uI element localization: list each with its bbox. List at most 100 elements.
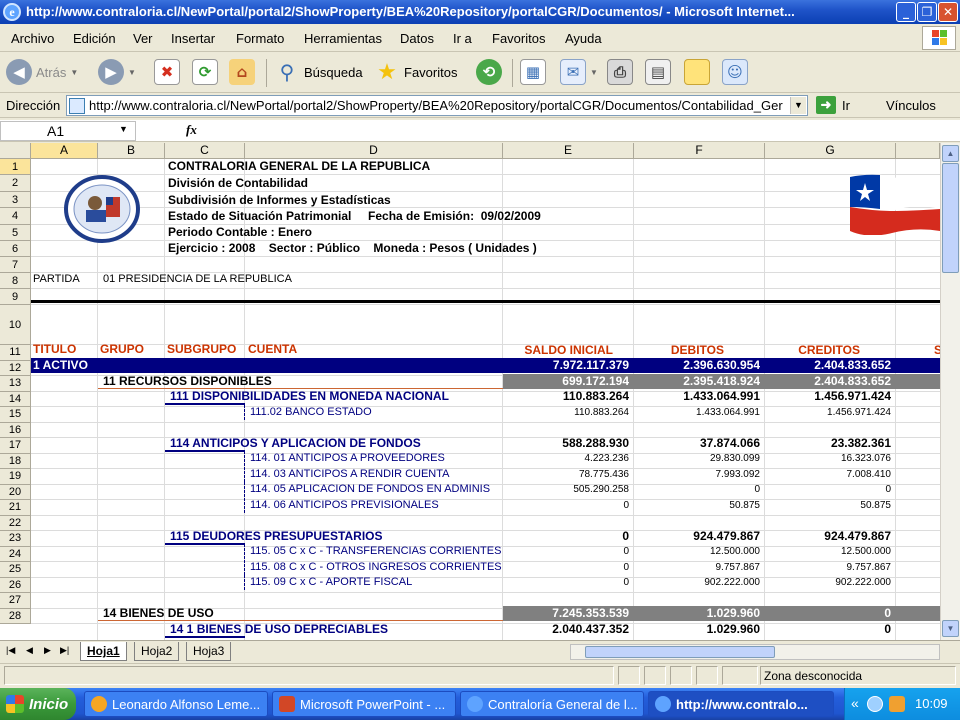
debitos-cell[interactable]: 37.874.066 bbox=[634, 436, 760, 451]
prev-sheet-icon[interactable]: ◀ bbox=[26, 645, 33, 656]
favorites-button[interactable]: ★ Favoritos bbox=[374, 57, 457, 87]
network-icon[interactable] bbox=[867, 696, 883, 712]
debitos-cell[interactable]: 50.875 bbox=[634, 498, 760, 513]
row-header[interactable]: 7 bbox=[0, 257, 31, 273]
name-box-dropdown-icon[interactable]: ▼ bbox=[119, 124, 128, 134]
creditos-cell[interactable]: 23.382.361 bbox=[765, 436, 891, 451]
refresh-button[interactable]: ⟳ bbox=[192, 57, 218, 87]
creditos-cell[interactable]: 2.404.833.652 bbox=[765, 374, 891, 389]
creditos-cell[interactable]: 0 bbox=[765, 606, 891, 621]
saldo-inicial-cell[interactable]: 7.245.353.539 bbox=[503, 606, 629, 621]
column-header-f[interactable]: F bbox=[634, 143, 765, 159]
minimize-button[interactable]: _ bbox=[896, 2, 916, 22]
row-header[interactable]: 25 bbox=[0, 562, 31, 578]
menu-edicion[interactable]: Edición bbox=[73, 31, 116, 46]
menu-favoritos[interactable]: Favoritos bbox=[492, 31, 545, 46]
debitos-cell[interactable]: 29.830.099 bbox=[634, 451, 760, 466]
saldo-inicial-cell[interactable]: 588.288.930 bbox=[503, 436, 629, 451]
creditos-cell[interactable]: 1.456.971.424 bbox=[765, 405, 891, 420]
spreadsheet-grid[interactable]: A B C D E F G 1 2 3 4 5 6 7 8 9 10 11 12 13 14 15 16 17 1… bbox=[0, 143, 940, 640]
row-header[interactable]: 16 bbox=[0, 422, 31, 438]
row-header[interactable]: 18 bbox=[0, 453, 31, 469]
tray-expand-icon[interactable]: « bbox=[851, 695, 859, 711]
vertical-scroll-thumb[interactable] bbox=[942, 163, 959, 273]
column-header-e[interactable]: E bbox=[503, 143, 634, 159]
row-header[interactable]: 27 bbox=[0, 593, 31, 609]
back-dropdown-icon[interactable]: ▼ bbox=[70, 68, 78, 77]
account-label[interactable]: 111.02 BANCO ESTADO bbox=[250, 405, 502, 420]
research-button[interactable]: ▦ bbox=[520, 57, 546, 87]
creditos-cell[interactable]: 902.222.000 bbox=[765, 575, 891, 590]
last-sheet-icon[interactable]: ▶| bbox=[60, 645, 69, 656]
forward-dropdown-icon[interactable]: ▼ bbox=[128, 68, 136, 77]
saldo-inicial-cell[interactable]: 4.223.236 bbox=[503, 451, 630, 466]
links-button[interactable]: Vínculos bbox=[886, 98, 936, 113]
name-box[interactable]: A1 ▼ bbox=[0, 121, 136, 141]
edit-button[interactable]: ▤ bbox=[645, 57, 671, 87]
account-label[interactable]: 115. 09 C x C - APORTE FISCAL bbox=[250, 575, 502, 590]
debitos-cell[interactable]: 2.396.630.954 bbox=[634, 358, 760, 373]
row-header[interactable]: 4 bbox=[0, 208, 31, 225]
account-label[interactable]: 114. 06 ANTICIPOS PREVISIONALES bbox=[250, 498, 502, 513]
menu-ver[interactable]: Ver bbox=[133, 31, 153, 46]
saldo-inicial-cell[interactable]: 0 bbox=[503, 560, 629, 575]
row-header[interactable]: 10 bbox=[0, 305, 31, 345]
creditos-cell[interactable]: 50.875 bbox=[765, 498, 891, 513]
scroll-down-button[interactable]: ▼ bbox=[942, 620, 959, 637]
row-header[interactable]: 2 bbox=[0, 175, 31, 192]
back-button[interactable]: ◀ Atrás ▼ bbox=[6, 57, 78, 87]
debitos-cell[interactable]: 2.395.418.924 bbox=[634, 374, 760, 389]
row-header[interactable]: 15 bbox=[0, 407, 31, 423]
debitos-cell[interactable]: 12.500.000 bbox=[634, 544, 760, 559]
horizontal-scrollbar[interactable] bbox=[570, 644, 940, 660]
row-header[interactable]: 20 bbox=[0, 484, 31, 500]
horizontal-scroll-thumb[interactable] bbox=[585, 646, 775, 658]
debitos-cell[interactable]: 1.433.064.991 bbox=[634, 389, 760, 404]
row-header[interactable]: 5 bbox=[0, 225, 31, 241]
insert-function-icon[interactable]: fx bbox=[186, 122, 197, 138]
home-button[interactable]: ⌂ bbox=[229, 57, 255, 87]
saldo-inicial-cell[interactable]: 110.883.264 bbox=[503, 389, 629, 404]
window-title-bar[interactable]: e http://www.contraloria.cl/NewPortal/po… bbox=[0, 0, 960, 24]
account-label[interactable]: 111 DISPONIBILIDADES EN MONEDA NACIONAL bbox=[170, 389, 503, 404]
saldo-inicial-cell[interactable]: 7.972.117.379 bbox=[503, 358, 629, 373]
mail-button[interactable]: ✉ ▼ bbox=[560, 57, 598, 87]
creditos-cell[interactable]: 0 bbox=[765, 482, 891, 497]
debitos-cell[interactable]: 924.479.867 bbox=[634, 529, 760, 544]
creditos-cell[interactable]: 2.404.833.652 bbox=[765, 358, 891, 373]
start-button[interactable]: Inicio bbox=[0, 688, 76, 720]
debitos-cell[interactable]: 902.222.000 bbox=[634, 575, 760, 590]
row-header[interactable]: 6 bbox=[0, 241, 31, 257]
saldo-inicial-cell[interactable]: 0 bbox=[503, 498, 629, 513]
saldo-inicial-cell[interactable]: 0 bbox=[503, 544, 629, 559]
discuss-button[interactable] bbox=[684, 57, 710, 87]
debitos-cell[interactable]: 1.029.960 bbox=[634, 622, 760, 637]
account-label[interactable]: 115 DEUDORES PRESUPUESTARIOS bbox=[170, 529, 503, 544]
menu-herramientas[interactable]: Herramientas bbox=[304, 31, 382, 46]
first-sheet-icon[interactable]: |◀ bbox=[6, 645, 15, 656]
task-contraloria[interactable]: Contraloría General de l... bbox=[460, 691, 644, 717]
saldo-inicial-cell[interactable]: 505.290.258 bbox=[503, 482, 629, 497]
tab-hoja1[interactable]: Hoja1 bbox=[80, 642, 127, 661]
scroll-up-button[interactable]: ▲ bbox=[942, 145, 959, 162]
row-header[interactable]: 12 bbox=[0, 360, 31, 376]
account-label[interactable]: 114. 01 ANTICIPOS A PROVEEDORES bbox=[250, 451, 502, 466]
address-url[interactable]: http://www.contraloria.cl/NewPortal/port… bbox=[89, 98, 789, 113]
account-label[interactable]: 115. 08 C x C - OTROS INGRESOS CORRIENTE… bbox=[250, 560, 502, 575]
saldo-inicial-cell[interactable]: 699.172.194 bbox=[503, 374, 629, 389]
menu-ir-a[interactable]: Ir a bbox=[453, 31, 472, 46]
creditos-cell[interactable]: 0 bbox=[765, 622, 891, 637]
history-button[interactable]: ⟲ bbox=[476, 57, 502, 87]
row-header[interactable]: 17 bbox=[0, 438, 31, 454]
saldo-inicial-cell[interactable]: 78.775.436 bbox=[503, 467, 629, 482]
account-label[interactable]: 11 RECURSOS DISPONIBLES bbox=[103, 374, 436, 389]
column-header-a[interactable]: A bbox=[31, 143, 98, 159]
security-shield-icon[interactable] bbox=[889, 696, 905, 712]
menu-ayuda[interactable]: Ayuda bbox=[565, 31, 602, 46]
row-header[interactable]: 11 bbox=[0, 345, 31, 361]
menu-insertar[interactable]: Insertar bbox=[171, 31, 215, 46]
creditos-cell[interactable]: 9.757.867 bbox=[765, 560, 892, 575]
debitos-cell[interactable]: 1.029.960 bbox=[634, 606, 760, 621]
column-header-g[interactable]: G bbox=[765, 143, 896, 159]
task-powerpoint[interactable]: Microsoft PowerPoint - ... bbox=[272, 691, 456, 717]
